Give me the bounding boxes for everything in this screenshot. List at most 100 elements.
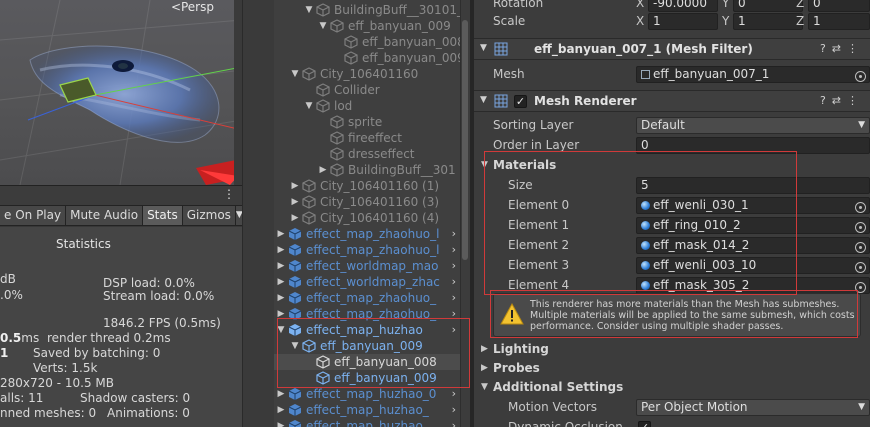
collapsed-arrow-icon[interactable]: ▶ (290, 194, 300, 210)
material-field[interactable]: eff_wenli_003_10 (636, 257, 870, 274)
collapsed-arrow-icon[interactable]: ▶ (276, 418, 286, 427)
additional-settings-arrow-icon[interactable]: ▼ (481, 377, 488, 397)
component-menu-icons[interactable]: ?⇄⋮ (820, 42, 864, 55)
maximize-on-play-toggle[interactable]: e On Play (0, 206, 67, 225)
hierarchy-row[interactable]: ▼ eff_banyuan_009 (274, 18, 460, 34)
mesh-renderer-enabled-checkbox[interactable]: ✓ (514, 95, 527, 108)
mesh-field[interactable]: eff_banyuan_007_1 (636, 66, 870, 83)
open-prefab-arrow-icon[interactable]: › (452, 242, 456, 258)
mesh-filter-header[interactable]: ▼ eff_banyuan_007_1 (Mesh Filter) ?⇄⋮ (474, 38, 870, 60)
collapsed-arrow-icon[interactable]: ▶ (290, 178, 300, 194)
materials-foldout[interactable]: ▼ Materials (474, 155, 870, 175)
hierarchy-row[interactable]: ▶ effect_worldmap_zhac › (274, 274, 460, 290)
collapsed-arrow-icon[interactable]: ▶ (276, 274, 286, 290)
hierarchy-row[interactable]: eff_banyuan_009 (274, 50, 465, 66)
hierarchy-panel[interactable]: ▼ BuildingBuff__30101_1 ▼ eff_banyuan_009 ef… (274, 0, 470, 427)
probes-foldout[interactable]: ▶ Probes (474, 358, 870, 378)
object-picker-icon[interactable] (855, 202, 866, 213)
hierarchy-row[interactable]: ▶ effect_map_huzhao_ › (274, 418, 460, 427)
hierarchy-row[interactable]: ▶ City_106401160 (1) (274, 178, 460, 194)
expanded-arrow-icon[interactable]: ▼ (304, 2, 314, 18)
scene-scrollbar[interactable] (234, 0, 242, 185)
materials-arrow-icon[interactable]: ▼ (481, 155, 488, 175)
collapse-arrow-icon[interactable]: ▼ (480, 43, 487, 53)
open-prefab-arrow-icon[interactable]: › (452, 402, 456, 418)
additional-settings-foldout[interactable]: ▼ Additional Settings (474, 377, 870, 397)
hierarchy-row[interactable]: ▶ effect_map_huzhao_0 › (274, 386, 460, 402)
mesh-renderer-header[interactable]: ▼ ✓ Mesh Renderer ?⇄⋮ (474, 90, 870, 112)
hierarchy-row[interactable]: Collider (274, 82, 460, 98)
gizmos-toggle[interactable]: Gizmos (182, 206, 236, 225)
perspective-toggle[interactable]: <Persp (171, 0, 214, 14)
collapsed-arrow-icon[interactable]: ▶ (318, 162, 328, 178)
hierarchy-row[interactable]: eff_banyuan_009 (274, 370, 460, 386)
hierarchy-row[interactable]: ▼ lod (274, 98, 460, 114)
hierarchy-row[interactable]: ▶ effect_map_zhaohuo_ › (274, 290, 460, 306)
hierarchy-scrollbar[interactable] (460, 0, 470, 427)
open-prefab-arrow-icon[interactable]: › (452, 306, 456, 322)
open-prefab-arrow-icon[interactable]: › (452, 322, 456, 338)
hierarchy-row[interactable]: ▼ eff_banyuan_009 (274, 338, 460, 354)
scale-x-field[interactable]: 1 (648, 13, 718, 30)
hierarchy-row[interactable]: fireeffect (274, 130, 460, 146)
collapsed-arrow-icon[interactable]: ▶ (276, 226, 286, 242)
collapsed-arrow-icon[interactable]: ▶ (276, 402, 286, 418)
object-picker-icon[interactable] (855, 262, 866, 273)
open-prefab-arrow-icon[interactable]: › (452, 226, 456, 242)
collapsed-arrow-icon[interactable]: ▶ (276, 386, 286, 402)
lighting-arrow-icon[interactable]: ▶ (481, 339, 488, 359)
more-options-icon[interactable]: ⋮ (223, 187, 235, 201)
expanded-arrow-icon[interactable]: ▼ (318, 18, 328, 34)
open-prefab-arrow-icon[interactable]: › (452, 290, 456, 306)
hierarchy-row[interactable]: ▶ BuildingBuff__301 (274, 162, 460, 178)
order-in-layer-field[interactable]: 0 (636, 137, 870, 154)
material-field[interactable]: eff_wenli_030_1 (636, 197, 870, 214)
hierarchy-row[interactable]: eff_banyuan_008 (274, 34, 465, 50)
open-prefab-arrow-icon[interactable]: › (452, 274, 456, 290)
object-picker-icon[interactable] (855, 222, 866, 233)
stats-toggle[interactable]: Stats (143, 206, 183, 225)
probes-arrow-icon[interactable]: ▶ (481, 358, 488, 378)
hierarchy-scroll-thumb[interactable] (462, 20, 468, 260)
materials-size-field[interactable]: 5 (636, 177, 870, 194)
dynamic-occlusion-checkbox[interactable]: ✓ (638, 421, 651, 427)
mute-audio-toggle[interactable]: Mute Audio (66, 206, 144, 225)
hierarchy-row[interactable]: sprite (274, 114, 460, 130)
collapsed-arrow-icon[interactable]: ▶ (290, 210, 300, 226)
hierarchy-row[interactable]: ▶ effect_map_zhaohuo_l › (274, 242, 460, 258)
lighting-foldout[interactable]: ▶ Lighting (474, 339, 870, 359)
hierarchy-row[interactable]: ▼ BuildingBuff__30101_1 (274, 2, 470, 18)
component-menu-icons[interactable]: ?⇄⋮ (820, 94, 864, 107)
collapsed-arrow-icon[interactable]: ▶ (276, 258, 286, 274)
motion-vectors-dropdown[interactable]: Per Object Motion ▼ (636, 399, 870, 416)
collapse-arrow-icon[interactable]: ▼ (480, 95, 487, 105)
scale-z-field[interactable]: 1 (808, 13, 870, 30)
material-field[interactable]: eff_mask_014_2 (636, 237, 870, 254)
material-field[interactable]: eff_ring_010_2 (636, 217, 870, 234)
open-prefab-arrow-icon[interactable]: › (452, 418, 456, 427)
hierarchy-row[interactable]: ▼ City_106401160 (274, 66, 460, 82)
open-prefab-arrow-icon[interactable]: › (452, 258, 456, 274)
scene-view[interactable]: <Persp (0, 0, 242, 185)
hierarchy-row[interactable]: ▶ effect_map_huzhao_ › (274, 402, 460, 418)
material-field[interactable]: eff_mask_305_2 (636, 277, 870, 294)
object-picker-icon[interactable] (855, 71, 866, 82)
expanded-arrow-icon[interactable]: ▼ (290, 66, 300, 82)
hierarchy-row[interactable]: ▶ effect_map_zhaohuo_ › (274, 306, 460, 322)
object-picker-icon[interactable] (855, 282, 866, 293)
collapsed-arrow-icon[interactable]: ▶ (276, 306, 286, 322)
collapsed-arrow-icon[interactable]: ▶ (276, 242, 286, 258)
expanded-arrow-icon[interactable]: ▼ (276, 322, 286, 338)
sorting-layer-dropdown[interactable]: Default ▼ (636, 117, 870, 134)
expanded-arrow-icon[interactable]: ▼ (290, 338, 300, 354)
collapsed-arrow-icon[interactable]: ▶ (276, 290, 286, 306)
object-picker-icon[interactable] (855, 242, 866, 253)
hierarchy-row[interactable]: ▶ effect_worldmap_mao › (274, 258, 460, 274)
open-prefab-arrow-icon[interactable]: › (452, 386, 456, 402)
hierarchy-row[interactable]: ▶ City_106401160 (4) (274, 210, 460, 226)
hierarchy-row[interactable]: ▶ City_106401160 (3) (274, 194, 460, 210)
expanded-arrow-icon[interactable]: ▼ (304, 98, 314, 114)
hierarchy-row[interactable]: dresseffect (274, 146, 460, 162)
scale-y-field[interactable]: 1 (733, 13, 803, 30)
hierarchy-row[interactable]: eff_banyuan_008 (274, 354, 460, 370)
